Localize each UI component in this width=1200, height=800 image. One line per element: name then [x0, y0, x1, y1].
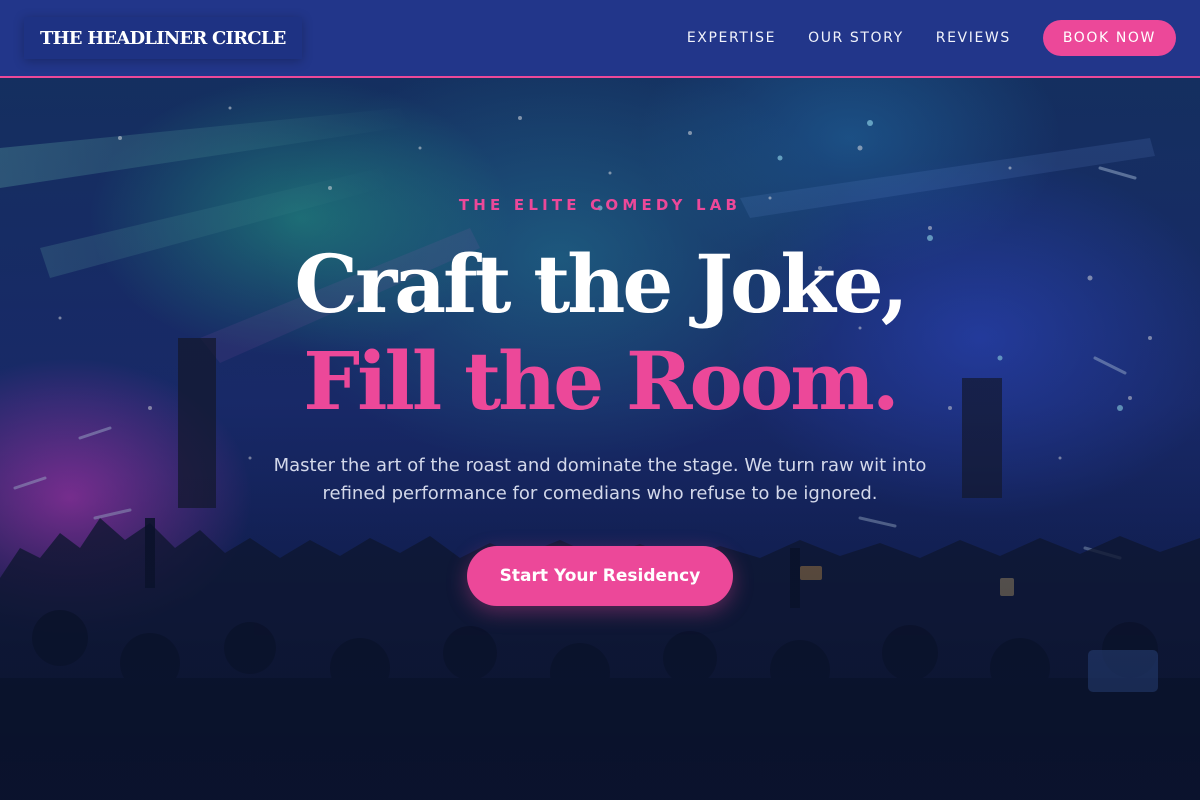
book-now-button[interactable]: BOOK NOW — [1042, 20, 1176, 56]
main-nav: EXPERTISE OUR STORY REVIEWS BOOK NOW — [687, 20, 1176, 56]
start-residency-button[interactable]: Start Your Residency — [467, 546, 733, 606]
hero-section: THE ELITE COMEDY LAB Craft the Joke, Fil… — [0, 78, 1200, 800]
nav-link-reviews[interactable]: REVIEWS — [936, 30, 1011, 46]
brand-logo[interactable]: THE HEADLINER CIRCLE — [24, 17, 302, 59]
top-navbar: THE HEADLINER CIRCLE EXPERTISE OUR STORY… — [0, 0, 1200, 78]
hero-subtext: Master the art of the roast and dominate… — [273, 455, 927, 504]
nav-link-expertise[interactable]: EXPERTISE — [687, 30, 776, 46]
headline-line-2: Fill the Room. — [303, 334, 899, 428]
hero-eyebrow: THE ELITE COMEDY LAB — [458, 196, 742, 214]
brand-name: THE HEADLINER CIRCLE — [40, 27, 286, 49]
nav-link-our-story[interactable]: OUR STORY — [808, 30, 904, 46]
landing-page: THE HEADLINER CIRCLE EXPERTISE OUR STORY… — [0, 0, 1200, 800]
concert-crowd-background-image — [0, 78, 1200, 800]
headline-line-1: Craft the Joke, — [294, 237, 908, 331]
